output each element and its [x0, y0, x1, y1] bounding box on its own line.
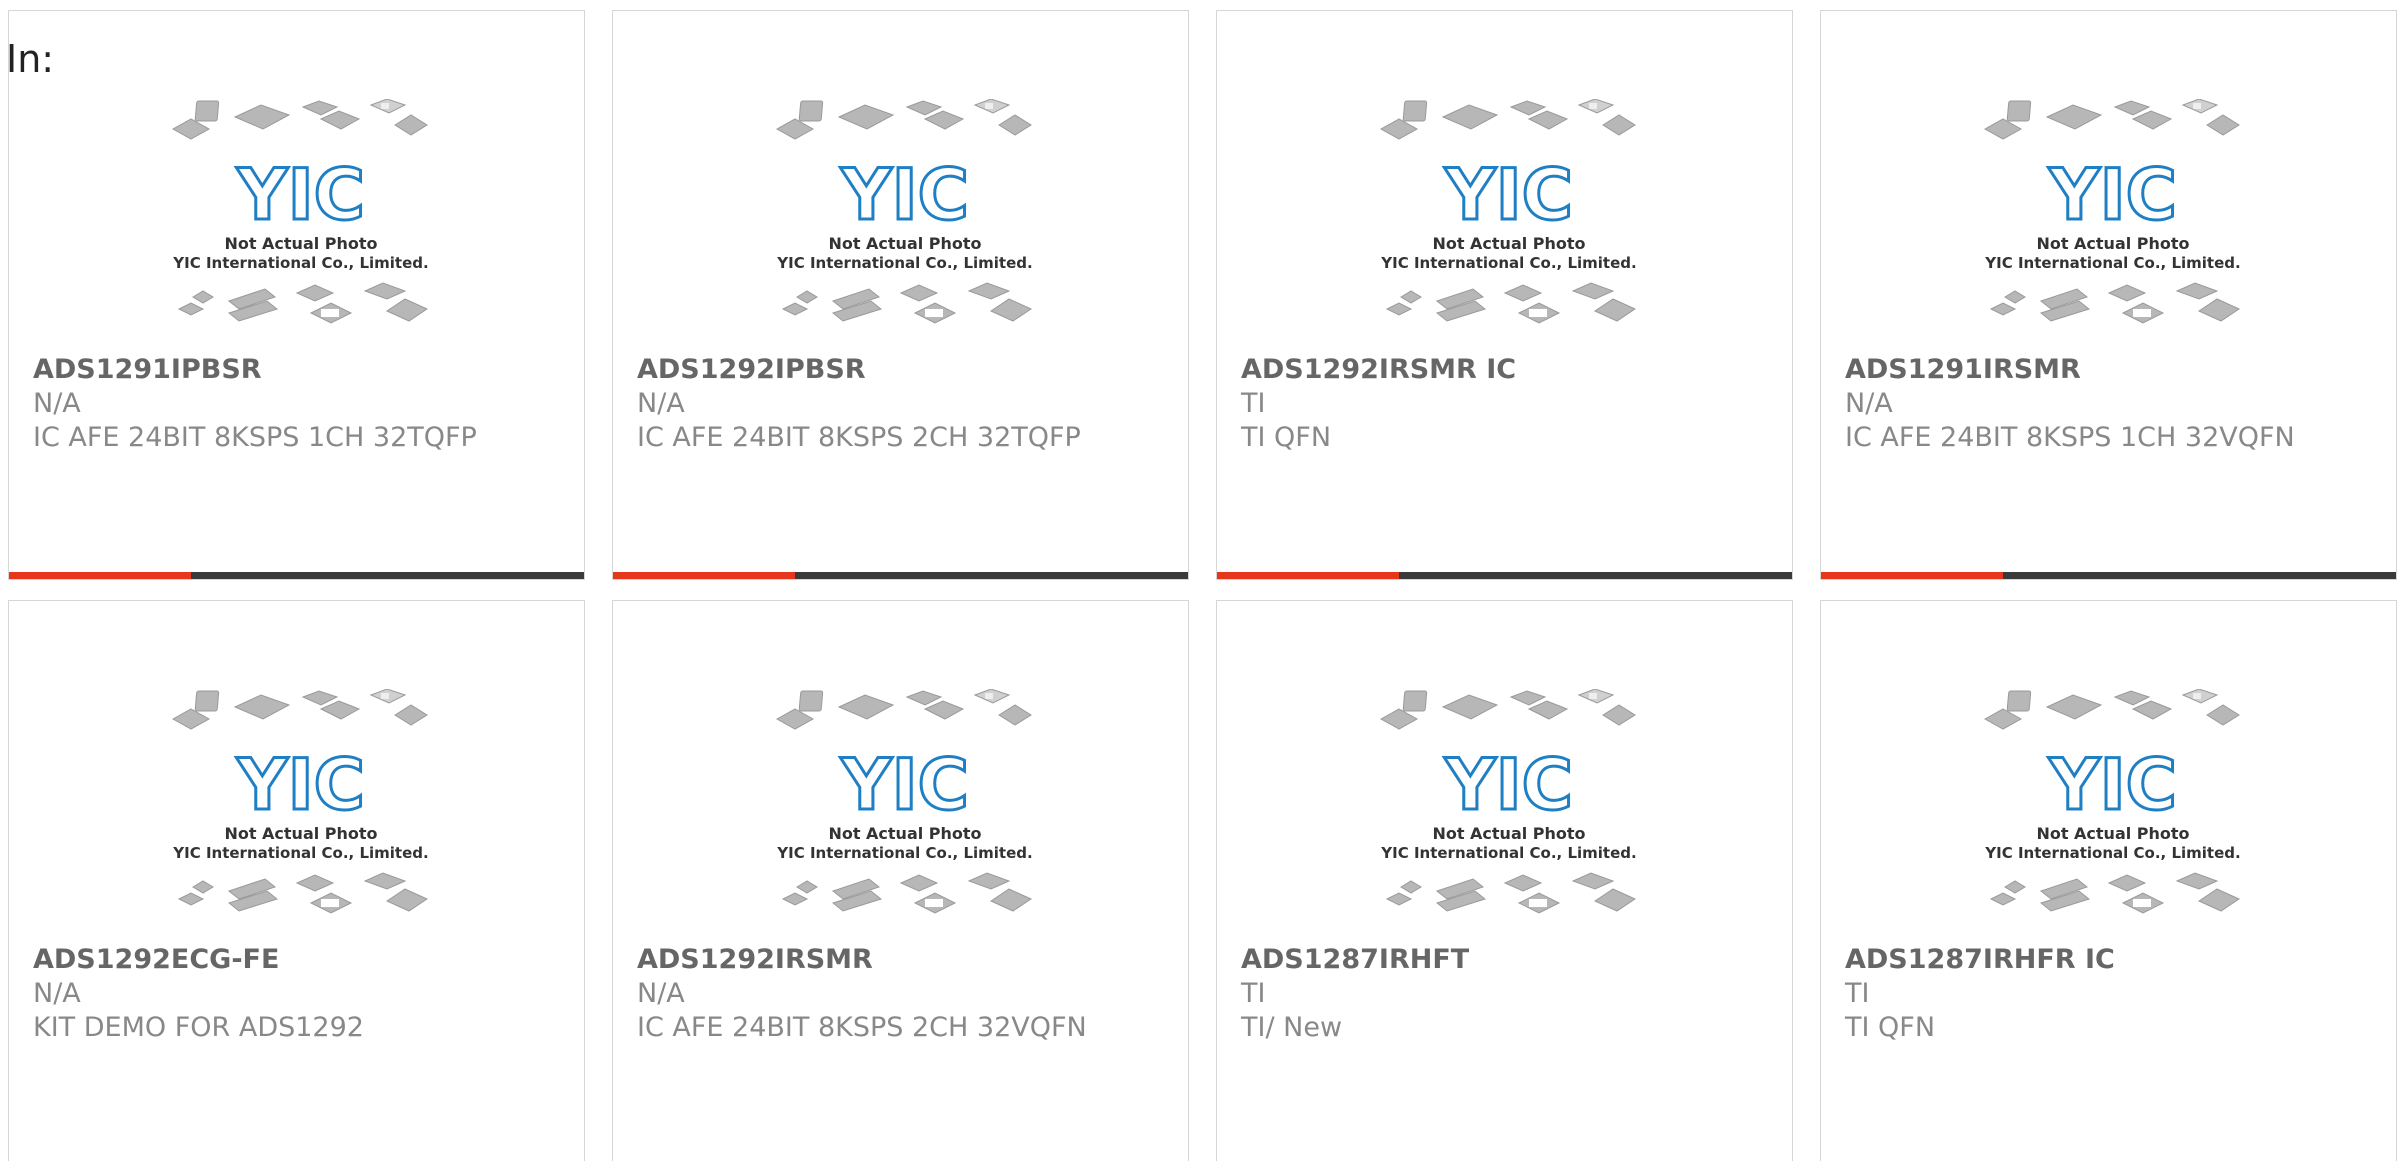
card-bottom-bar [1217, 572, 1792, 579]
svg-text:Not Actual Photo: Not Actual Photo [224, 824, 377, 843]
product-card[interactable]: YIC Not Actual Photo YIC International C… [612, 600, 1189, 1161]
part-number[interactable]: ADS1291IRSMR [1845, 353, 2372, 387]
placeholder-image: YIC Not Actual Photo YIC International C… [143, 688, 433, 939]
card-accent-bar [1821, 572, 2003, 579]
manufacturer: N/A [1845, 388, 1893, 419]
description: TI QFN [1845, 1012, 1936, 1043]
svg-text:YIC: YIC [840, 154, 969, 236]
svg-text:YIC International Co., Limited: YIC International Co., Limited. [1380, 254, 1636, 272]
card-accent-bar [1217, 572, 1399, 579]
svg-text:Not Actual Photo: Not Actual Photo [1432, 824, 1585, 843]
description: TI/ New [1241, 1012, 1343, 1043]
manufacturer: N/A [33, 978, 81, 1009]
placeholder-image: YIC Not Actual Photo YIC International C… [143, 98, 433, 349]
svg-text:YIC International Co., Limited: YIC International Co., Limited. [172, 254, 428, 272]
placeholder-image: YIC Not Actual Photo YIC International C… [747, 98, 1037, 349]
svg-text:YIC International Co., Limited: YIC International Co., Limited. [776, 844, 1032, 862]
svg-text:YIC: YIC [2048, 744, 2177, 826]
part-number[interactable]: ADS1287IRHFR IC [1845, 943, 2372, 977]
svg-text:Not Actual Photo: Not Actual Photo [828, 824, 981, 843]
description: KIT DEMO FOR ADS1292 [33, 1012, 364, 1043]
svg-text:Not Actual Photo: Not Actual Photo [1432, 234, 1585, 253]
svg-text:YIC International Co., Limited: YIC International Co., Limited. [1380, 844, 1636, 862]
card-accent-bar [9, 572, 191, 579]
product-card[interactable]: YIC Not Actual Photo YIC International C… [612, 10, 1189, 580]
card-bottom-bar [9, 572, 584, 579]
part-number[interactable]: ADS1292IRSMR IC [1241, 353, 1768, 387]
placeholder-image: YIC Not Actual Photo YIC International C… [1351, 688, 1641, 939]
svg-text:YIC: YIC [236, 154, 365, 236]
part-number[interactable]: ADS1287IRHFT [1241, 943, 1768, 977]
product-card[interactable]: YIC Not Actual Photo YIC International C… [1216, 600, 1793, 1161]
svg-text:YIC International Co., Limited: YIC International Co., Limited. [776, 254, 1032, 272]
svg-text:YIC: YIC [1444, 154, 1573, 236]
part-number[interactable]: ADS1292IRSMR [637, 943, 1164, 977]
manufacturer: TI [1845, 978, 1870, 1009]
part-number[interactable]: ADS1292ECG-FE [33, 943, 560, 977]
description: IC AFE 24BIT 8KSPS 1CH 32VQFN [1845, 422, 2295, 453]
product-card[interactable]: YIC Not Actual Photo YIC International C… [1216, 10, 1793, 580]
svg-text:YIC: YIC [840, 744, 969, 826]
description: IC AFE 24BIT 8KSPS 2CH 32VQFN [637, 1012, 1087, 1043]
svg-text:YIC International Co., Limited: YIC International Co., Limited. [172, 844, 428, 862]
card-accent-bar [613, 572, 795, 579]
description: IC AFE 24BIT 8KSPS 1CH 32TQFP [33, 422, 477, 453]
manufacturer: N/A [33, 388, 81, 419]
card-bottom-bar [613, 572, 1188, 579]
svg-text:YIC International Co., Limited: YIC International Co., Limited. [1984, 254, 2240, 272]
card-bottom-bar [1821, 572, 2396, 579]
description: TI QFN [1241, 422, 1332, 453]
svg-text:YIC: YIC [236, 744, 365, 826]
svg-text:Not Actual Photo: Not Actual Photo [224, 234, 377, 253]
in-label: In: [6, 37, 55, 81]
product-grid-page: In: YIC Not Actual Photo YIC Internation… [0, 0, 2400, 1161]
svg-text:Not Actual Photo: Not Actual Photo [2036, 234, 2189, 253]
placeholder-image: YIC Not Actual Photo YIC International C… [1351, 98, 1641, 349]
svg-text:YIC International Co., Limited: YIC International Co., Limited. [1984, 844, 2240, 862]
product-card[interactable]: YIC Not Actual Photo YIC International C… [8, 10, 585, 580]
manufacturer: N/A [637, 978, 685, 1009]
placeholder-image: YIC Not Actual Photo YIC International C… [1955, 98, 2245, 349]
svg-text:YIC: YIC [2048, 154, 2177, 236]
placeholder-image: YIC Not Actual Photo YIC International C… [747, 688, 1037, 939]
part-number[interactable]: ADS1292IPBSR [637, 353, 1164, 387]
svg-text:Not Actual Photo: Not Actual Photo [2036, 824, 2189, 843]
manufacturer: TI [1241, 978, 1266, 1009]
description: IC AFE 24BIT 8KSPS 2CH 32TQFP [637, 422, 1081, 453]
product-card[interactable]: YIC Not Actual Photo YIC International C… [8, 600, 585, 1161]
product-card[interactable]: YIC Not Actual Photo YIC International C… [1820, 10, 2397, 580]
svg-text:YIC: YIC [1444, 744, 1573, 826]
manufacturer: TI [1241, 388, 1266, 419]
manufacturer: N/A [637, 388, 685, 419]
placeholder-image: YIC Not Actual Photo YIC International C… [1955, 688, 2245, 939]
part-number[interactable]: ADS1291IPBSR [33, 353, 560, 387]
svg-text:Not Actual Photo: Not Actual Photo [828, 234, 981, 253]
product-card[interactable]: YIC Not Actual Photo YIC International C… [1820, 600, 2397, 1161]
